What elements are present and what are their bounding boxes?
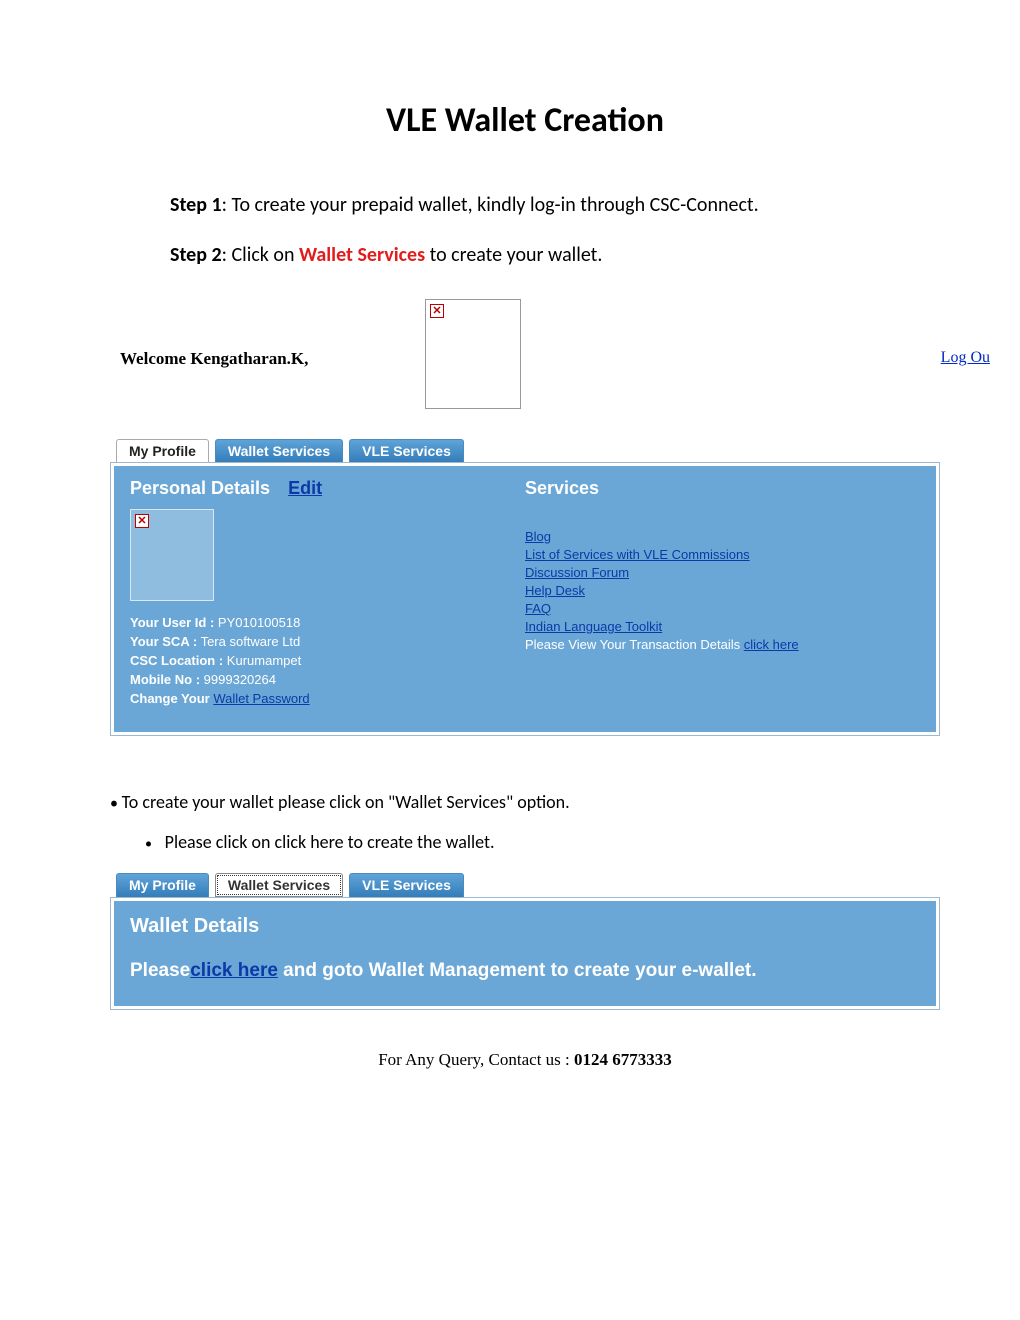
footer-number: 0124 6773333 (574, 1050, 672, 1069)
step-2-line: Step 2: Click on Wallet Services to crea… (170, 241, 940, 269)
footer: For Any Query, Contact us : 0124 6773333 (110, 1050, 940, 1070)
sca-value: Tera software Ltd (201, 634, 301, 649)
bullets-block: To create your wallet please click on "W… (110, 791, 940, 853)
sca-label: Your SCA : (130, 634, 197, 649)
step-1-line: Step 1: To create your prepaid wallet, k… (170, 191, 940, 219)
step-2-text-b: to create your wallet. (425, 243, 602, 267)
mobile-label: Mobile No : (130, 672, 200, 687)
step-1-text: : To create your prepaid wallet, kindly … (222, 193, 759, 217)
screenshot-wallet: My Profile Wallet Services VLE Services … (110, 873, 940, 1010)
tab-bar-1: My Profile Wallet Services VLE Services (116, 439, 940, 462)
user-id-label: Your User Id : (130, 615, 214, 630)
wallet-details-heading: Wallet Details (130, 915, 920, 938)
personal-details-heading: Personal Details (130, 478, 270, 499)
wallet-post-text: and goto Wallet Management to create you… (278, 960, 757, 981)
link-faq[interactable]: FAQ (525, 601, 551, 616)
link-service-list[interactable]: List of Services with VLE Commissions (525, 547, 750, 562)
page-title: VLE Wallet Creation (110, 100, 940, 141)
transaction-text: Please View Your Transaction Details (525, 637, 744, 652)
bullet-1: To create your wallet please click on "W… (110, 791, 940, 813)
tab2-vle-services[interactable]: VLE Services (349, 873, 464, 897)
screenshot-profile: Welcome Kengatharan.K, ✕ Log Ou My Profi… (110, 299, 940, 736)
services-heading: Services (525, 478, 920, 499)
broken-image-icon: ✕ (135, 514, 149, 528)
header-broken-image: ✕ (425, 299, 521, 409)
link-help-desk[interactable]: Help Desk (525, 583, 585, 598)
wallet-please-text: Please (130, 960, 190, 981)
welcome-text: Welcome Kengatharan.K, (120, 349, 308, 369)
link-discussion-forum[interactable]: Discussion Forum (525, 565, 629, 580)
tab-bar-2: My Profile Wallet Services VLE Services (116, 873, 940, 897)
change-password-label: Change Your (130, 691, 213, 706)
user-id-value: PY010100518 (218, 615, 300, 630)
tab-wallet-services[interactable]: Wallet Services (215, 439, 343, 462)
tab2-wallet-services[interactable]: Wallet Services (215, 873, 343, 897)
link-blog[interactable]: Blog (525, 529, 551, 544)
edit-link[interactable]: Edit (288, 478, 322, 499)
tab-vle-services[interactable]: VLE Services (349, 439, 464, 462)
footer-text: For Any Query, Contact us : (378, 1050, 574, 1069)
profile-broken-image: ✕ (130, 509, 214, 601)
logout-link[interactable]: Log Ou (941, 349, 990, 367)
bullet-2: Please click on click here to create the… (145, 831, 940, 853)
tab2-my-profile[interactable]: My Profile (116, 873, 209, 897)
wallet-password-link[interactable]: Wallet Password (213, 691, 309, 706)
mobile-value: 9999320264 (204, 672, 276, 687)
step-2-link-text: Wallet Services (299, 243, 425, 267)
step-2-label: Step 2 (170, 243, 222, 267)
personal-details-panel: Personal Details Edit ✕ Your User Id : P… (130, 478, 525, 718)
link-indian-language-toolkit[interactable]: Indian Language Toolkit (525, 619, 662, 634)
step-1-label: Step 1 (170, 193, 222, 217)
services-panel: Services Blog List of Services with VLE … (525, 478, 920, 718)
location-label: CSC Location : (130, 653, 223, 668)
transaction-click-here[interactable]: click here (744, 637, 799, 652)
wallet-details-panel: Wallet Details Pleaseclick here and goto… (114, 901, 936, 1006)
steps-block: Step 1: To create your prepaid wallet, k… (170, 191, 940, 269)
broken-image-icon: ✕ (430, 304, 444, 318)
location-value: Kurumampet (227, 653, 301, 668)
wallet-click-here[interactable]: click here (190, 960, 278, 981)
tab-my-profile[interactable]: My Profile (116, 439, 209, 462)
step-2-text-a: : Click on (222, 243, 299, 267)
